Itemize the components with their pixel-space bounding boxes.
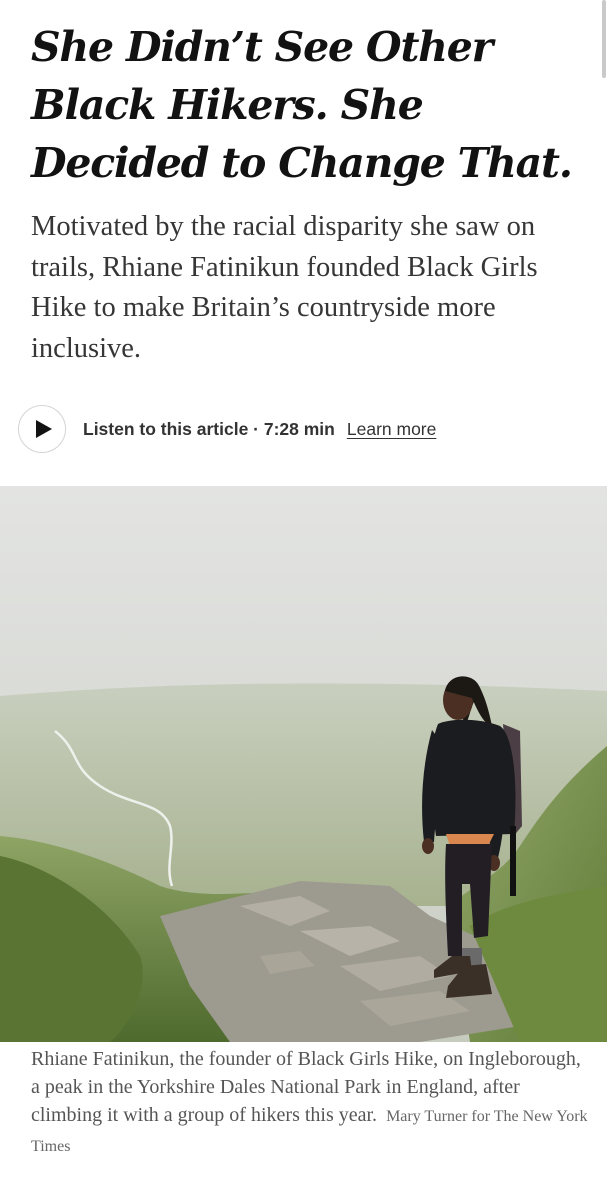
- article-headline: She Didn’t See Other Black Hikers. She D…: [31, 23, 573, 187]
- hiker-photo: [0, 486, 607, 1042]
- article-summary: Motivated by the racial disparity she sa…: [31, 211, 538, 364]
- listen-label: Listen to this article · 7:28 min: [83, 418, 335, 439]
- play-icon: [36, 420, 52, 438]
- photo-caption: Rhiane Fatinikun, the founder of Black G…: [31, 1045, 591, 1161]
- learn-more-link[interactable]: Learn more: [347, 419, 437, 440]
- play-button[interactable]: [18, 405, 66, 453]
- article-photo: [0, 486, 607, 1042]
- scrollbar[interactable]: [602, 0, 606, 78]
- audio-player: Listen to this article · 7:28 min Learn …: [18, 404, 436, 454]
